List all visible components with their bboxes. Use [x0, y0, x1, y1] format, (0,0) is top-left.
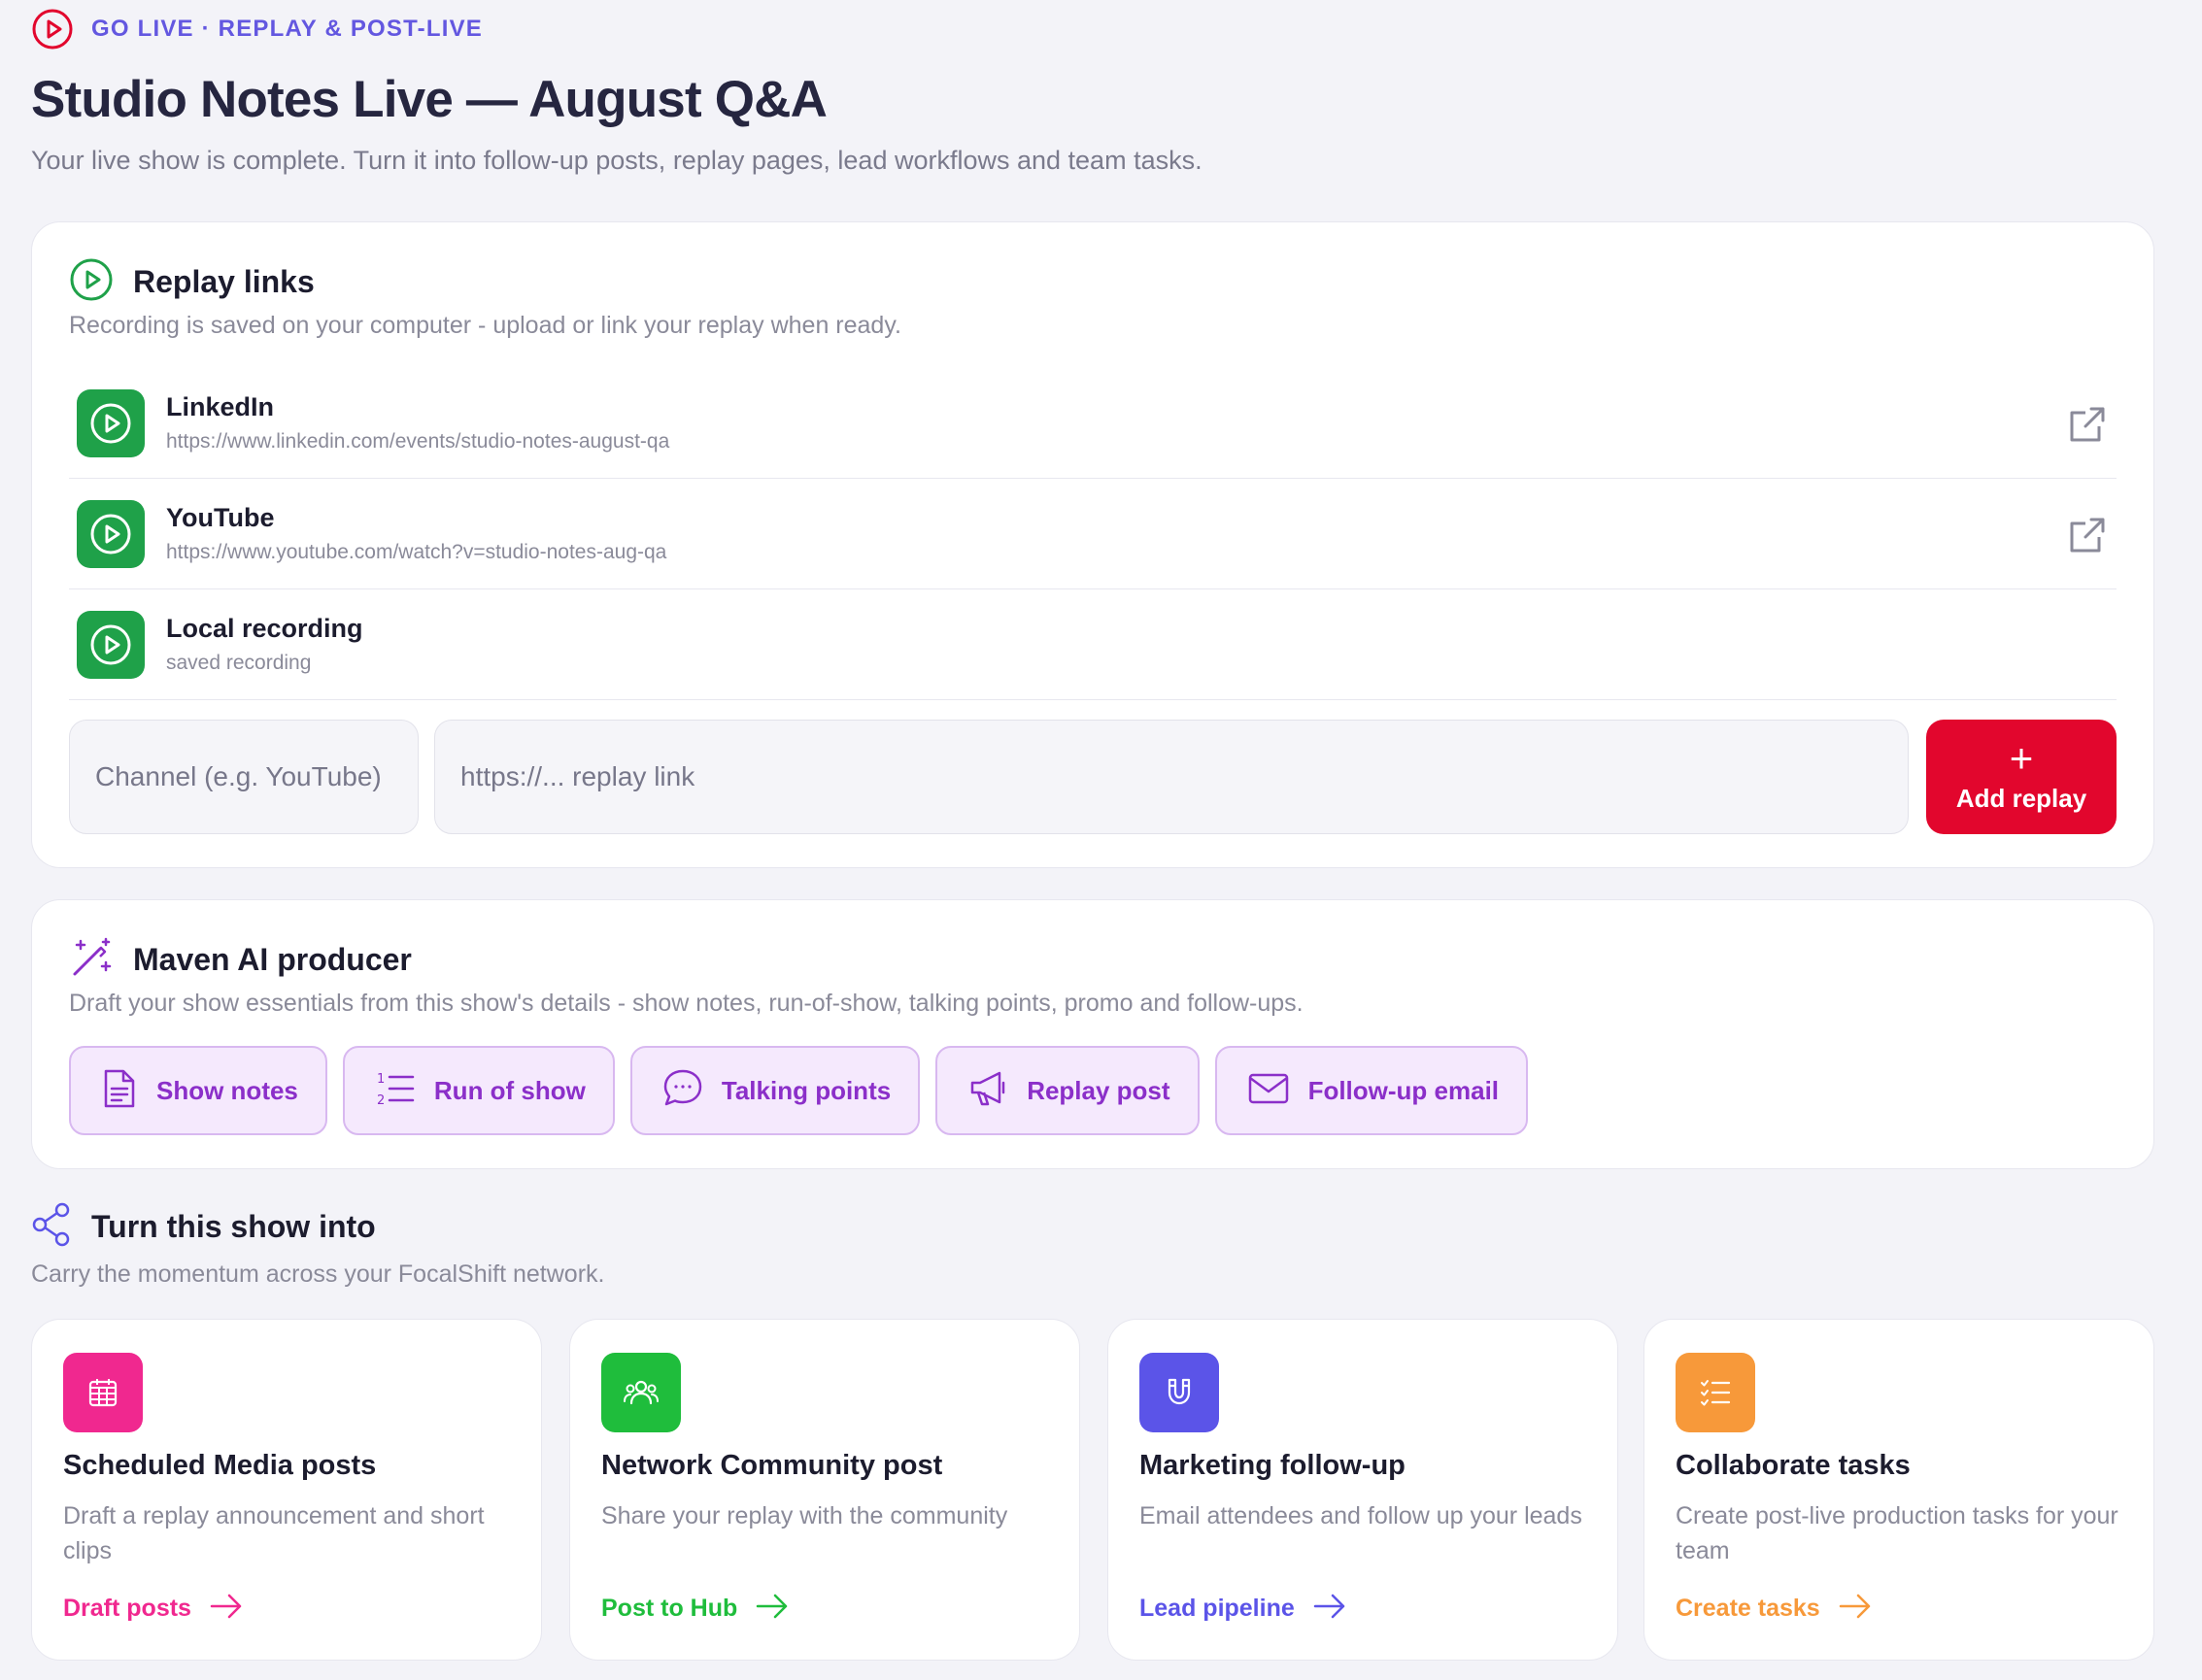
arrow-right-icon [191, 1592, 244, 1626]
svg-text:1: 1 [377, 1072, 385, 1087]
arrow-right-icon [1820, 1592, 1873, 1626]
megaphone-icon [966, 1067, 1009, 1115]
external-link-icon[interactable] [2066, 403, 2109, 446]
ai-button-label: Show notes [156, 1075, 298, 1105]
envelope-icon [1246, 1067, 1291, 1115]
play-icon [77, 388, 145, 457]
page-title: Studio Notes Live — August Q&A [31, 71, 828, 128]
turn-into-title: Turn this show into [91, 1209, 376, 1244]
page-subtitle: Your live show is complete. Turn it into… [31, 146, 1203, 175]
magic-wand-icon [69, 935, 114, 985]
run-of-show-button[interactable]: 12 Run of show [342, 1046, 615, 1135]
add-replay-button[interactable]: + Add replay [1926, 720, 2117, 834]
replay-links-card: Replay links Recording is saved on your … [31, 221, 2154, 868]
draft-posts-link[interactable]: Draft posts [63, 1592, 244, 1626]
card-link-label: Create tasks [1676, 1595, 1820, 1622]
share-icon [31, 1202, 72, 1252]
replay-list: LinkedIn https://www.linkedin.com/events… [69, 368, 2117, 700]
chat-bubble-icon [661, 1067, 704, 1115]
card-link-label: Draft posts [63, 1595, 191, 1622]
replay-post-button[interactable]: Replay post [935, 1046, 1200, 1135]
play-icon [77, 610, 145, 679]
ai-draft-buttons: Show notes 12 Run of show Talking points… [69, 1046, 1529, 1135]
magnet-icon [1139, 1353, 1219, 1432]
card-description: Share your replay with the community [601, 1502, 1008, 1529]
ai-button-label: Replay post [1027, 1075, 1170, 1105]
card-link-label: Post to Hub [601, 1595, 738, 1622]
card-description: Email attendees and follow up your leads [1139, 1502, 1582, 1529]
community-icon [601, 1353, 681, 1432]
channel-input[interactable] [69, 720, 419, 834]
turn-into-description: Carry the momentum across your FocalShif… [31, 1260, 605, 1288]
card-title: Marketing follow-up [1139, 1450, 1406, 1481]
play-circle-icon [31, 8, 74, 50]
add-replay-form: + Add replay [69, 720, 2117, 834]
replay-item-youtube[interactable]: YouTube https://www.youtube.com/watch?v=… [69, 479, 2117, 589]
replay-url-input[interactable] [434, 720, 1909, 834]
ai-button-label: Run of show [433, 1075, 586, 1105]
network-community-card[interactable]: Network Community post Share your replay… [569, 1319, 1080, 1661]
post-to-hub-link[interactable]: Post to Hub [601, 1592, 790, 1626]
numbered-list-icon: 12 [374, 1067, 417, 1115]
card-title: Scheduled Media posts [63, 1450, 377, 1481]
card-title: Network Community post [601, 1450, 943, 1481]
follow-up-email-button[interactable]: Follow-up email [1214, 1046, 1529, 1135]
svg-text:2: 2 [377, 1093, 385, 1108]
play-circle-icon [69, 257, 114, 307]
replay-url: https://www.linkedin.com/events/studio-n… [166, 430, 670, 453]
play-icon [77, 499, 145, 568]
calendar-icon [63, 1353, 143, 1432]
show-notes-button[interactable]: Show notes [69, 1046, 327, 1135]
replay-links-header: Replay links [69, 257, 315, 307]
talking-points-button[interactable]: Talking points [629, 1046, 921, 1135]
ai-producer-card: Maven AI producer Draft your show essent… [31, 899, 2154, 1169]
replay-links-title: Replay links [133, 264, 315, 299]
ai-button-label: Talking points [721, 1075, 892, 1105]
replay-channel-name: LinkedIn [166, 392, 275, 421]
external-link-icon[interactable] [2066, 514, 2109, 556]
ai-producer-description: Draft your show essentials from this sho… [69, 990, 1304, 1017]
arrow-right-icon [737, 1592, 790, 1626]
card-description: Create post-live production tasks for yo… [1676, 1502, 2118, 1564]
replay-url: saved recording [166, 652, 312, 674]
plus-icon: + [2009, 734, 2034, 781]
replay-url: https://www.youtube.com/watch?v=studio-n… [166, 541, 667, 563]
arrow-right-icon [1295, 1592, 1347, 1626]
replay-item-linkedin[interactable]: LinkedIn https://www.linkedin.com/events… [69, 368, 2117, 479]
ai-button-label: Follow-up email [1307, 1075, 1500, 1105]
create-tasks-link[interactable]: Create tasks [1676, 1592, 1873, 1626]
scheduled-media-card[interactable]: Scheduled Media posts Draft a replay ann… [31, 1319, 542, 1661]
card-title: Collaborate tasks [1676, 1450, 1911, 1481]
lead-pipeline-link[interactable]: Lead pipeline [1139, 1592, 1347, 1626]
turn-into-header: Turn this show into [31, 1202, 376, 1252]
ai-producer-title: Maven AI producer [133, 942, 412, 977]
replay-links-description: Recording is saved on your computer - up… [69, 312, 901, 339]
eyebrow: GO LIVE · REPLAY & POST-LIVE [31, 9, 484, 50]
document-icon [100, 1067, 139, 1115]
ai-producer-header: Maven AI producer [69, 935, 412, 985]
replay-item-local-recording[interactable]: Local recording saved recording [69, 589, 2117, 700]
card-link-label: Lead pipeline [1139, 1595, 1295, 1622]
eyebrow-text: GO LIVE · REPLAY & POST-LIVE [91, 16, 484, 42]
card-description: Draft a replay announcement and short cl… [63, 1502, 485, 1564]
collaborate-tasks-card[interactable]: Collaborate tasks Create post-live produ… [1643, 1319, 2154, 1661]
marketing-follow-up-card[interactable]: Marketing follow-up Email attendees and … [1107, 1319, 1618, 1661]
add-replay-label: Add replay [1955, 783, 2087, 813]
replay-channel-name: YouTube [166, 503, 275, 532]
replay-channel-name: Local recording [166, 614, 363, 643]
checklist-icon [1676, 1353, 1755, 1432]
